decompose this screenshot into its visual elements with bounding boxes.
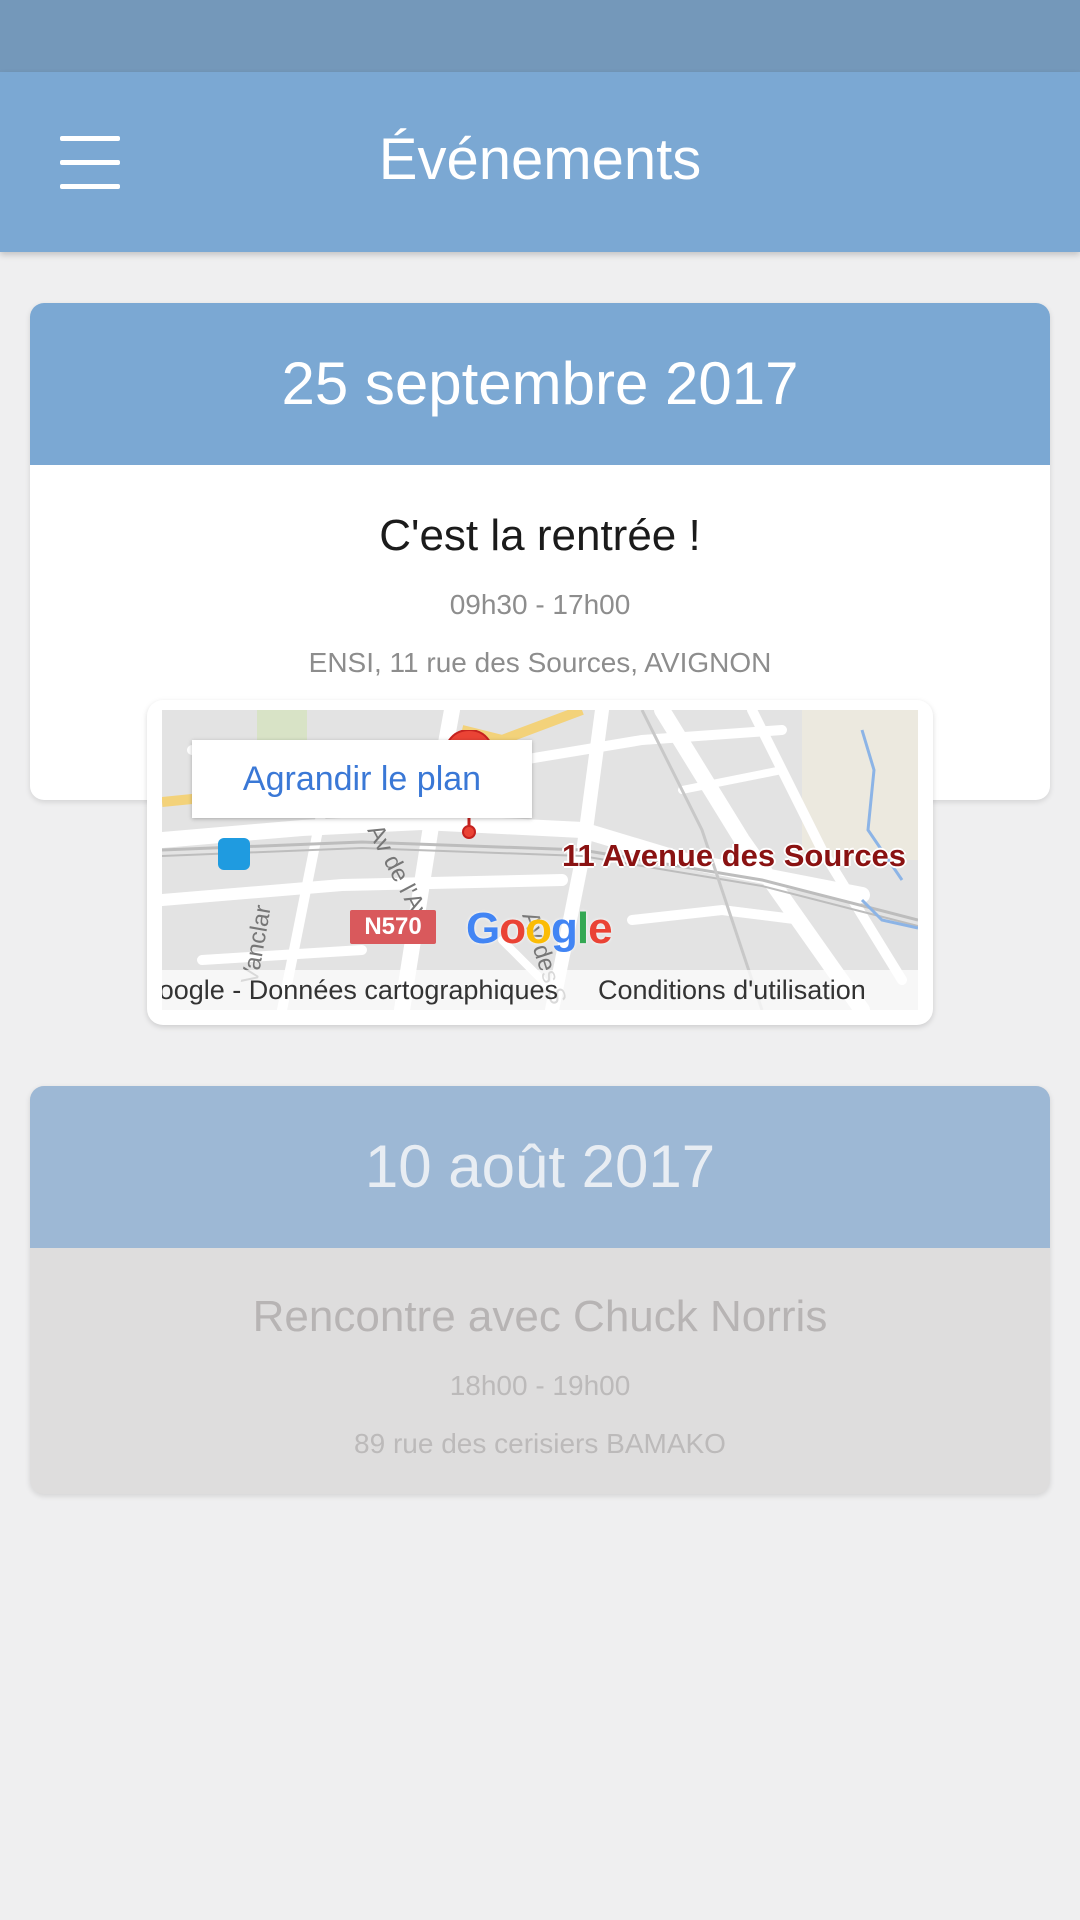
map-address-label: 11 Avenue des Sources [562, 838, 907, 873]
event-card[interactable]: 10 août 2017 Rencontre avec Chuck Norris… [30, 1086, 1050, 1494]
status-bar [0, 0, 1080, 72]
map-view[interactable]: Av de l'Av Av des S Vanclar 11 Avenue de… [162, 710, 918, 1010]
map-attribution-bar: Google - Données cartographiques Conditi… [162, 970, 918, 1010]
event-time: 18h00 - 19h00 [449, 1370, 631, 1401]
map-card: Av de l'Av Av des S Vanclar 11 Avenue de… [147, 700, 933, 1025]
train-station-icon [218, 838, 250, 870]
app-bar: Événements [0, 72, 1080, 252]
road-badge: N570 [350, 910, 436, 944]
event-title: C'est la rentrée ! [379, 511, 701, 560]
google-logo: Google [466, 904, 613, 953]
map-data-attribution[interactable]: Google - Données cartographiques [162, 970, 558, 1010]
event-location: ENSI, 11 rue des Sources, AVIGNON [308, 647, 772, 678]
page-title: Événements [378, 127, 702, 192]
event-location: 89 rue des cerisiers BAMAKO [354, 1428, 726, 1459]
event-title: Rencontre avec Chuck Norris [252, 1292, 828, 1341]
map-terms-link[interactable]: Conditions d'utilisation [598, 970, 866, 1010]
event-date: 10 août 2017 [30, 1086, 1050, 1248]
event-time: 09h30 - 17h00 [449, 589, 631, 620]
enlarge-map-button[interactable]: Agrandir le plan [192, 740, 532, 818]
event-date: 25 septembre 2017 [30, 303, 1050, 465]
